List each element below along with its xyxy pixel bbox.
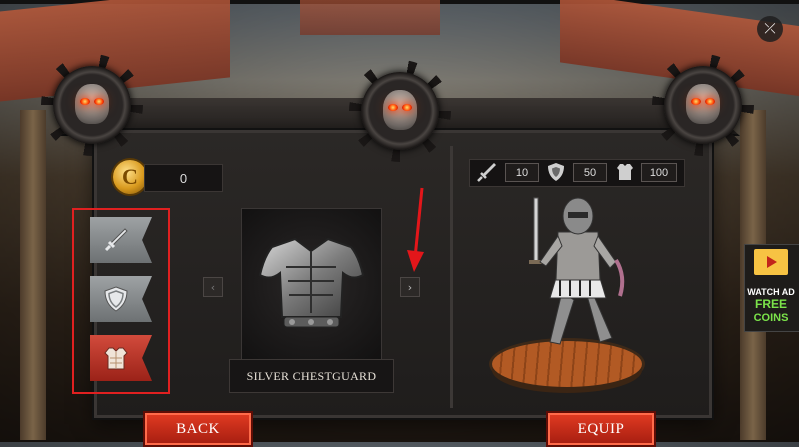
tutorial-pointer-arrow — [407, 187, 424, 272]
play-icon — [767, 256, 777, 268]
previous-item-button[interactable]: ‹ — [203, 277, 223, 297]
shield-icon — [104, 286, 128, 312]
coin-balance: 0 — [144, 164, 223, 192]
sword-icon — [477, 163, 496, 182]
shield-icon — [548, 163, 564, 181]
free-label: FREE — [754, 297, 787, 311]
arena-pillar-left — [20, 110, 46, 440]
skull-emblem-center — [349, 60, 451, 162]
stat-attack-value: 10 — [505, 163, 539, 182]
stat-armor-value: 100 — [641, 163, 677, 182]
coins-label: COINS — [753, 312, 789, 324]
item-name-label: SILVER CHESTGUARD — [229, 359, 394, 393]
gladiator-character — [529, 197, 625, 345]
arena-awning-center — [300, 0, 440, 35]
item-preview — [241, 208, 382, 360]
watch-ad-label: WATCH AD — [747, 287, 795, 297]
skull-emblem-right — [652, 54, 754, 156]
skull-emblem-left — [41, 54, 143, 156]
sword-icon — [104, 228, 128, 252]
panel-divider — [450, 146, 453, 408]
chestplate-icon — [617, 164, 633, 180]
chestguard-image — [258, 237, 365, 328]
chestplate-icon — [104, 347, 128, 370]
fullscreen-exit-icon[interactable]: ⤫ — [757, 16, 783, 42]
gold-coin-icon: C — [113, 160, 147, 194]
stat-defense-value: 50 — [573, 163, 607, 182]
next-item-button[interactable]: › — [400, 277, 420, 297]
